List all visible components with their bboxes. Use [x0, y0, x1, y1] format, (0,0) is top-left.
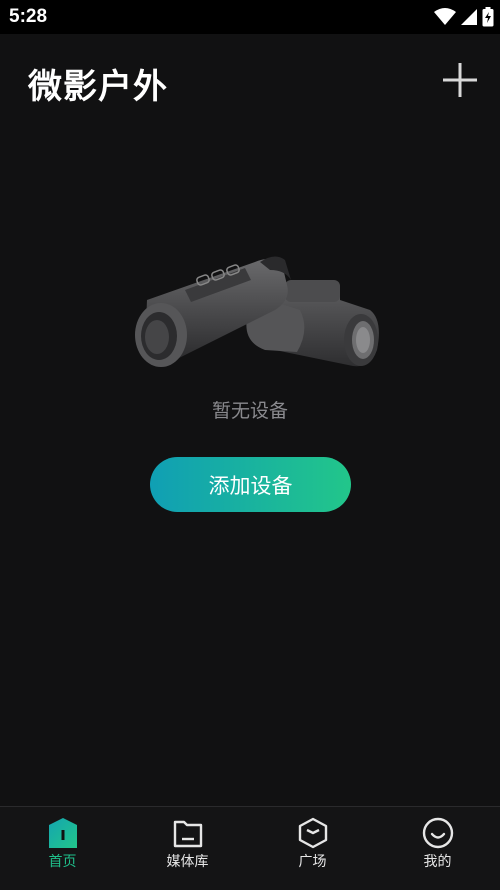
- tab-profile-label: 我的: [423, 854, 452, 870]
- add-device-button[interactable]: 添加设备: [150, 457, 351, 512]
- status-bar: 5:28: [0, 0, 500, 34]
- wifi-icon: [434, 8, 456, 25]
- tab-media-library[interactable]: 媒体库: [125, 807, 250, 890]
- status-time: 5:28: [9, 6, 48, 27]
- tab-square-label: 广场: [298, 854, 327, 870]
- page-title: 微影户外: [28, 67, 168, 107]
- cellular-signal-icon: [461, 9, 477, 25]
- tab-square[interactable]: 广场: [250, 807, 375, 890]
- bottom-tab-bar: 首页 媒体库 广场 我的: [0, 806, 500, 890]
- header: 微影户外: [0, 34, 500, 124]
- home-icon: [49, 818, 77, 848]
- tab-media-library-label: 媒体库: [166, 854, 209, 870]
- tab-home-label: 首页: [48, 854, 77, 870]
- empty-state-message: 暂无设备: [211, 400, 288, 422]
- smiley-icon: [422, 817, 454, 849]
- status-icons: [434, 7, 494, 27]
- tab-profile[interactable]: 我的: [375, 807, 500, 890]
- add-device-icon-button[interactable]: [440, 60, 480, 100]
- device-illustration: [135, 256, 379, 367]
- tab-home[interactable]: 首页: [0, 807, 125, 890]
- plus-icon: [443, 63, 477, 97]
- folder-icon: [173, 820, 203, 848]
- cube-icon: [298, 817, 328, 849]
- battery-icon: [482, 7, 494, 27]
